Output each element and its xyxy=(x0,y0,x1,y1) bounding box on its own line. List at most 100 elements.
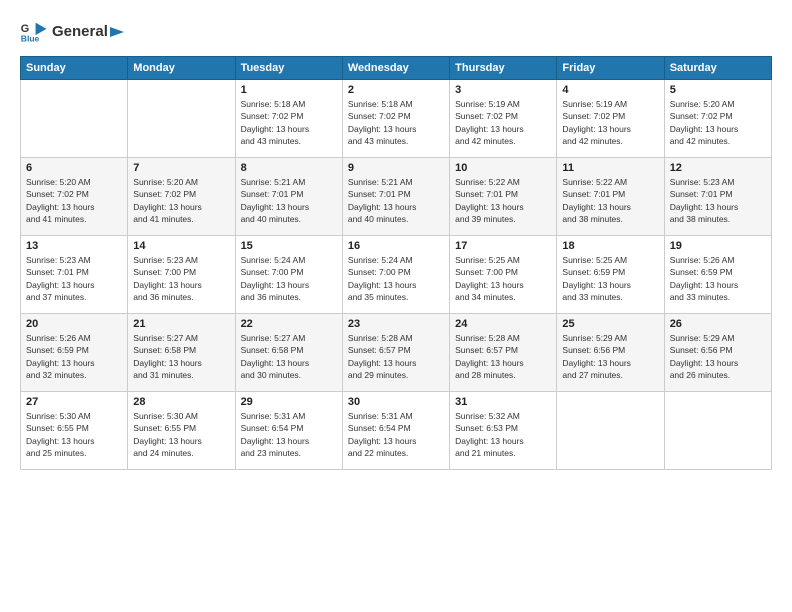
weekday-header-thursday: Thursday xyxy=(450,57,557,80)
week-row-1: 1 Sunrise: 5:18 AM Sunset: 7:02 PM Daylig… xyxy=(21,80,772,158)
day-info: Sunrise: 5:20 AM Sunset: 7:02 PM Dayligh… xyxy=(133,176,229,225)
day-info: Sunrise: 5:30 AM Sunset: 6:55 PM Dayligh… xyxy=(26,410,122,459)
day-number: 17 xyxy=(455,240,551,252)
logo-arrow-icon xyxy=(110,25,128,39)
calendar-cell: 26 Sunrise: 5:29 AM Sunset: 6:56 PM Dayli… xyxy=(664,314,771,392)
logo-icon: G Blue xyxy=(20,18,48,46)
weekday-header-sunday: Sunday xyxy=(21,57,128,80)
day-number: 22 xyxy=(241,318,337,330)
week-row-4: 20 Sunrise: 5:26 AM Sunset: 6:59 PM Dayli… xyxy=(21,314,772,392)
day-number: 31 xyxy=(455,396,551,408)
day-number: 12 xyxy=(670,162,766,174)
calendar-cell: 11 Sunrise: 5:22 AM Sunset: 7:01 PM Dayli… xyxy=(557,158,664,236)
day-info: Sunrise: 5:19 AM Sunset: 7:02 PM Dayligh… xyxy=(455,98,551,147)
day-number: 27 xyxy=(26,396,122,408)
calendar-cell: 3 Sunrise: 5:19 AM Sunset: 7:02 PM Daylig… xyxy=(450,80,557,158)
day-info: Sunrise: 5:32 AM Sunset: 6:53 PM Dayligh… xyxy=(455,410,551,459)
calendar-cell: 15 Sunrise: 5:24 AM Sunset: 7:00 PM Dayli… xyxy=(235,236,342,314)
calendar-cell: 30 Sunrise: 5:31 AM Sunset: 6:54 PM Dayli… xyxy=(342,392,449,470)
day-info: Sunrise: 5:25 AM Sunset: 7:00 PM Dayligh… xyxy=(455,254,551,303)
day-number: 4 xyxy=(562,84,658,96)
day-number: 23 xyxy=(348,318,444,330)
day-number: 3 xyxy=(455,84,551,96)
week-row-5: 27 Sunrise: 5:30 AM Sunset: 6:55 PM Dayli… xyxy=(21,392,772,470)
day-info: Sunrise: 5:22 AM Sunset: 7:01 PM Dayligh… xyxy=(562,176,658,225)
day-number: 8 xyxy=(241,162,337,174)
weekday-header-saturday: Saturday xyxy=(664,57,771,80)
weekday-header-monday: Monday xyxy=(128,57,235,80)
calendar-cell xyxy=(128,80,235,158)
day-number: 18 xyxy=(562,240,658,252)
day-number: 20 xyxy=(26,318,122,330)
day-info: Sunrise: 5:23 AM Sunset: 7:00 PM Dayligh… xyxy=(133,254,229,303)
calendar-cell: 8 Sunrise: 5:21 AM Sunset: 7:01 PM Daylig… xyxy=(235,158,342,236)
day-number: 28 xyxy=(133,396,229,408)
day-number: 15 xyxy=(241,240,337,252)
week-row-3: 13Sunrise: 5:23 AM Sunset: 7:01 PM Dayli… xyxy=(21,236,772,314)
weekday-header-tuesday: Tuesday xyxy=(235,57,342,80)
day-info: Sunrise: 5:29 AM Sunset: 6:56 PM Dayligh… xyxy=(562,332,658,381)
calendar-cell: 22 Sunrise: 5:27 AM Sunset: 6:58 PM Dayli… xyxy=(235,314,342,392)
day-number: 2 xyxy=(348,84,444,96)
day-info: Sunrise: 5:22 AM Sunset: 7:01 PM Dayligh… xyxy=(455,176,551,225)
week-row-2: 6 Sunrise: 5:20 AM Sunset: 7:02 PM Daylig… xyxy=(21,158,772,236)
day-number: 11 xyxy=(562,162,658,174)
day-number: 9 xyxy=(348,162,444,174)
calendar-cell: 6 Sunrise: 5:20 AM Sunset: 7:02 PM Daylig… xyxy=(21,158,128,236)
calendar-cell: 10Sunrise: 5:22 AM Sunset: 7:01 PM Dayli… xyxy=(450,158,557,236)
calendar-cell: 9Sunrise: 5:21 AM Sunset: 7:01 PM Daylig… xyxy=(342,158,449,236)
calendar-cell: 2 Sunrise: 5:18 AM Sunset: 7:02 PM Daylig… xyxy=(342,80,449,158)
day-info: Sunrise: 5:28 AM Sunset: 6:57 PM Dayligh… xyxy=(455,332,551,381)
day-info: Sunrise: 5:27 AM Sunset: 6:58 PM Dayligh… xyxy=(133,332,229,381)
logo-general: General xyxy=(52,23,128,41)
day-info: Sunrise: 5:28 AM Sunset: 6:57 PM Dayligh… xyxy=(348,332,444,381)
calendar-cell xyxy=(557,392,664,470)
weekday-header-friday: Friday xyxy=(557,57,664,80)
day-info: Sunrise: 5:26 AM Sunset: 6:59 PM Dayligh… xyxy=(26,332,122,381)
day-info: Sunrise: 5:24 AM Sunset: 7:00 PM Dayligh… xyxy=(241,254,337,303)
calendar-cell: 13Sunrise: 5:23 AM Sunset: 7:01 PM Dayli… xyxy=(21,236,128,314)
day-info: Sunrise: 5:19 AM Sunset: 7:02 PM Dayligh… xyxy=(562,98,658,147)
day-info: Sunrise: 5:27 AM Sunset: 6:58 PM Dayligh… xyxy=(241,332,337,381)
day-info: Sunrise: 5:18 AM Sunset: 7:02 PM Dayligh… xyxy=(348,98,444,147)
day-number: 21 xyxy=(133,318,229,330)
day-number: 24 xyxy=(455,318,551,330)
day-info: Sunrise: 5:29 AM Sunset: 6:56 PM Dayligh… xyxy=(670,332,766,381)
day-info: Sunrise: 5:30 AM Sunset: 6:55 PM Dayligh… xyxy=(133,410,229,459)
day-number: 19 xyxy=(670,240,766,252)
day-number: 6 xyxy=(26,162,122,174)
day-number: 1 xyxy=(241,84,337,96)
day-number: 5 xyxy=(670,84,766,96)
day-info: Sunrise: 5:20 AM Sunset: 7:02 PM Dayligh… xyxy=(26,176,122,225)
header: G Blue General xyxy=(20,18,772,46)
day-number: 7 xyxy=(133,162,229,174)
day-info: Sunrise: 5:23 AM Sunset: 7:01 PM Dayligh… xyxy=(670,176,766,225)
day-info: Sunrise: 5:20 AM Sunset: 7:02 PM Dayligh… xyxy=(670,98,766,147)
calendar-cell: 16Sunrise: 5:24 AM Sunset: 7:00 PM Dayli… xyxy=(342,236,449,314)
calendar-cell: 20 Sunrise: 5:26 AM Sunset: 6:59 PM Dayli… xyxy=(21,314,128,392)
day-number: 16 xyxy=(348,240,444,252)
calendar-cell xyxy=(21,80,128,158)
calendar-cell: 18 Sunrise: 5:25 AM Sunset: 6:59 PM Dayli… xyxy=(557,236,664,314)
calendar-cell: 4 Sunrise: 5:19 AM Sunset: 7:02 PM Daylig… xyxy=(557,80,664,158)
day-info: Sunrise: 5:31 AM Sunset: 6:54 PM Dayligh… xyxy=(348,410,444,459)
calendar-cell: 25Sunrise: 5:29 AM Sunset: 6:56 PM Dayli… xyxy=(557,314,664,392)
calendar-cell: 12 Sunrise: 5:23 AM Sunset: 7:01 PM Dayli… xyxy=(664,158,771,236)
day-info: Sunrise: 5:21 AM Sunset: 7:01 PM Dayligh… xyxy=(241,176,337,225)
day-info: Sunrise: 5:25 AM Sunset: 6:59 PM Dayligh… xyxy=(562,254,658,303)
calendar-cell: 23 Sunrise: 5:28 AM Sunset: 6:57 PM Dayli… xyxy=(342,314,449,392)
calendar-page: G Blue General SundayMonday xyxy=(0,0,792,612)
calendar-table: SundayMondayTuesdayWednesdayThursdayFrid… xyxy=(20,56,772,470)
calendar-cell: 21 Sunrise: 5:27 AM Sunset: 6:58 PM Dayli… xyxy=(128,314,235,392)
logo: G Blue General xyxy=(20,18,128,46)
day-info: Sunrise: 5:31 AM Sunset: 6:54 PM Dayligh… xyxy=(241,410,337,459)
calendar-cell: 27 Sunrise: 5:30 AM Sunset: 6:55 PM Dayli… xyxy=(21,392,128,470)
calendar-cell: 17 Sunrise: 5:25 AM Sunset: 7:00 PM Dayli… xyxy=(450,236,557,314)
weekday-header-row: SundayMondayTuesdayWednesdayThursdayFrid… xyxy=(21,57,772,80)
day-number: 26 xyxy=(670,318,766,330)
day-number: 30 xyxy=(348,396,444,408)
svg-text:Blue: Blue xyxy=(21,33,40,43)
calendar-cell: 29Sunrise: 5:31 AM Sunset: 6:54 PM Dayli… xyxy=(235,392,342,470)
calendar-cell: 7 Sunrise: 5:20 AM Sunset: 7:02 PM Daylig… xyxy=(128,158,235,236)
calendar-cell: 31 Sunrise: 5:32 AM Sunset: 6:53 PM Dayli… xyxy=(450,392,557,470)
